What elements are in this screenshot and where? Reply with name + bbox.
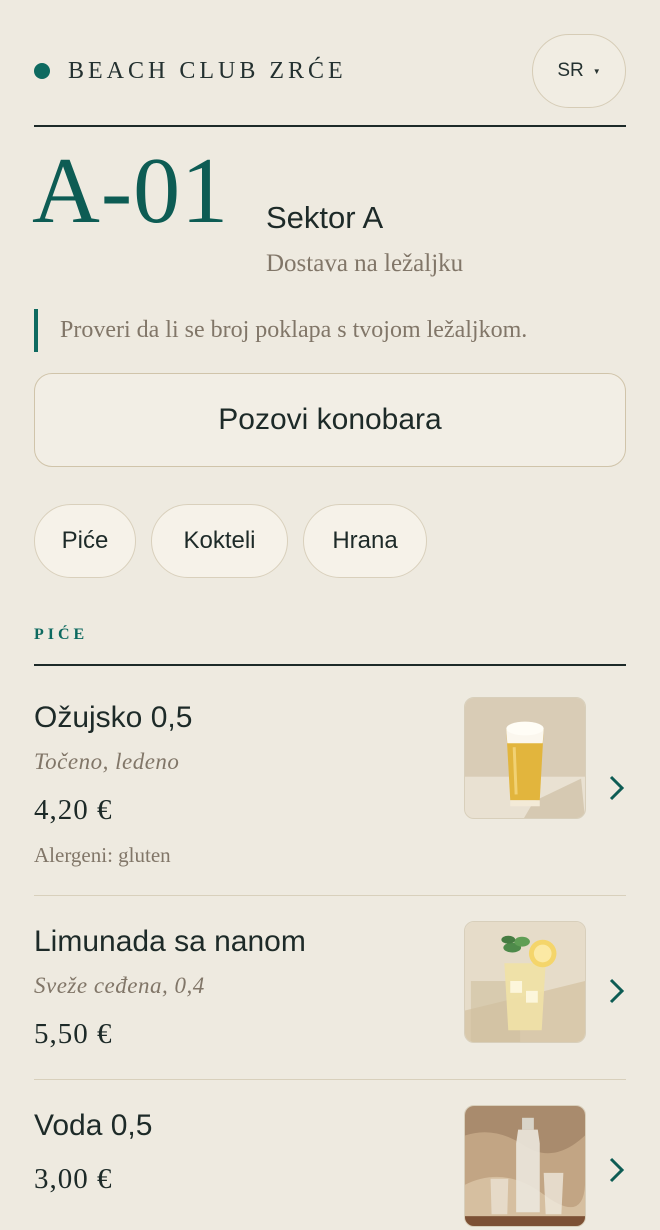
item-price: 3,00 € [34, 1163, 113, 1195]
menu-item-water[interactable]: Voda 0,5 3,00 € [34, 1105, 626, 1230]
header-divider [34, 125, 626, 127]
item-price: 4,20 € [34, 794, 113, 826]
item-description: Točeno, ledeno [34, 749, 180, 774]
water-bottle-image [464, 1105, 586, 1227]
brand: BEACH CLUB ZRĆE [34, 58, 347, 85]
menu-item-beer[interactable]: Ožujsko 0,5 Točeno, ledeno 4,20 € Alerge… [34, 697, 626, 877]
call-waiter-button[interactable]: Pozovi konobara [34, 373, 626, 467]
seat-notice: Proveri da li se broj poklapa s tvojom l… [34, 309, 527, 352]
lemonade-glass-image [464, 921, 586, 1043]
item-description: Sveže ceđena, 0,4 [34, 973, 205, 998]
item-price: 5,50 € [34, 1018, 113, 1050]
tab-drinks[interactable]: Piće [34, 504, 136, 578]
tab-cocktails[interactable]: Kokteli [151, 504, 288, 578]
chevron-right-icon [609, 1157, 625, 1183]
item-name: Voda 0,5 [34, 1109, 153, 1142]
app-header: BEACH CLUB ZRĆE SR ▼ [34, 34, 626, 108]
seat-sector: Sektor A [266, 200, 384, 235]
chevron-right-icon [609, 978, 625, 1004]
language-selector-button[interactable]: SR ▼ [532, 34, 626, 108]
item-name: Ožujsko 0,5 [34, 701, 193, 734]
item-name: Limunada sa nanom [34, 925, 306, 958]
tab-drinks-label: Piće [61, 527, 109, 554]
caret-down-icon: ▼ [592, 66, 601, 76]
section-title: PIĆE [34, 626, 89, 643]
category-tabs: Piće Kokteli Hrana [34, 504, 427, 578]
item-divider [34, 895, 626, 896]
tab-cocktails-label: Kokteli [183, 527, 256, 554]
tab-food[interactable]: Hrana [303, 504, 427, 578]
item-divider [34, 1079, 626, 1080]
brand-dot-icon [34, 63, 50, 79]
menu-item-lemonade[interactable]: Limunada sa nanom Sveže ceđena, 0,4 5,50… [34, 921, 626, 1061]
brand-name: BEACH CLUB ZRĆE [68, 57, 347, 84]
call-waiter-label: Pozovi konobara [218, 403, 442, 436]
item-allergens: Alergeni: gluten [34, 843, 171, 867]
tab-food-label: Hrana [332, 527, 398, 554]
beer-glass-image [464, 697, 586, 819]
delivery-label: Dostava na ležaljku [266, 250, 464, 277]
section-divider [34, 664, 626, 666]
language-code: SR [557, 60, 584, 81]
chevron-right-icon [609, 775, 625, 801]
seat-notice-text: Proveri da li se broj poklapa s tvojom l… [60, 317, 528, 343]
seat-code: A-01 [32, 139, 230, 243]
